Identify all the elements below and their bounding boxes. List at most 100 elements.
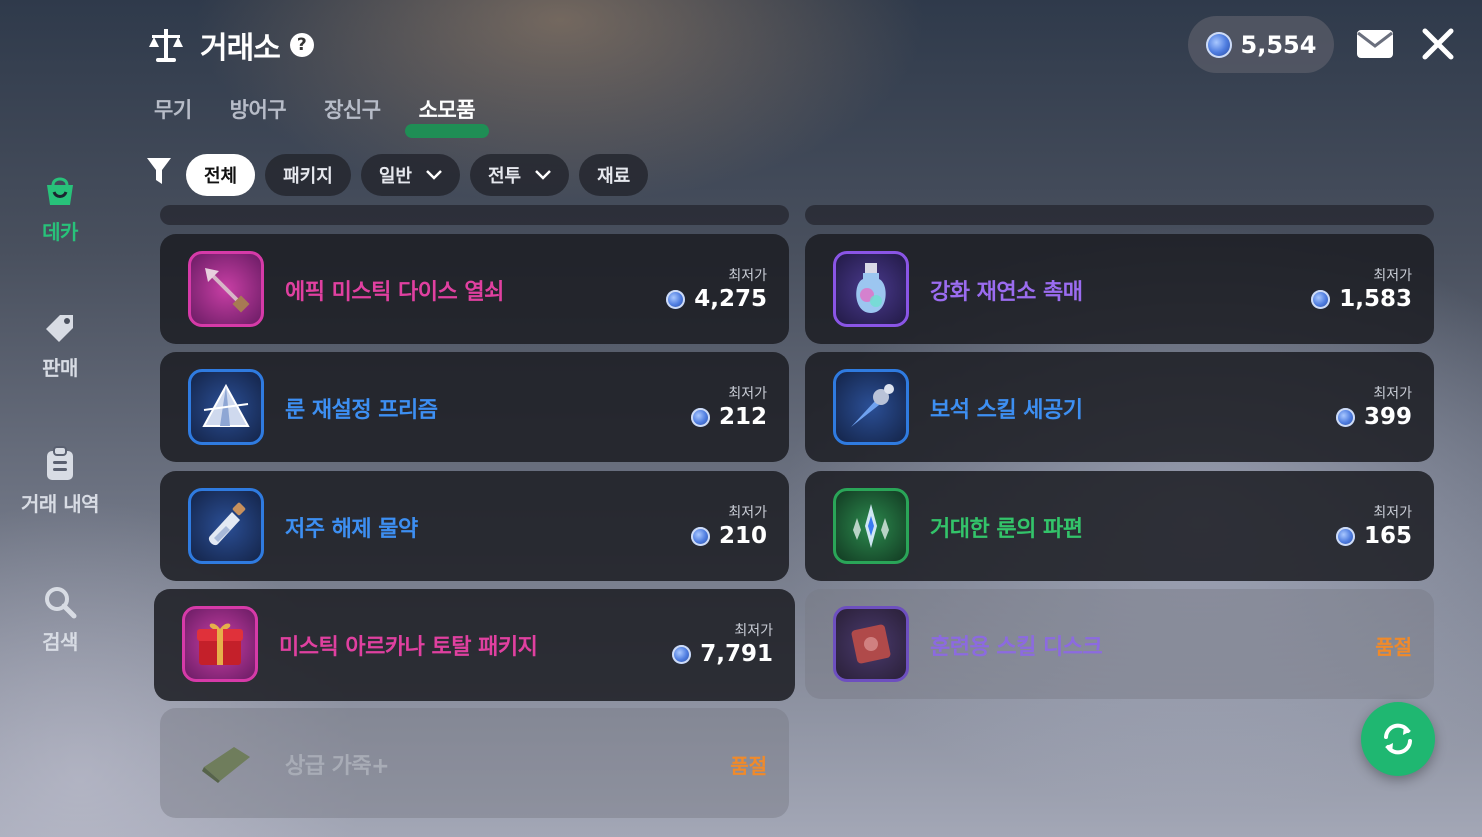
item-price: 399 [1335,404,1412,430]
filter-dropdown-general[interactable]: 일반 [360,154,460,196]
price-label: 최저가 [1373,268,1412,284]
item-thumbnail [833,606,909,682]
chip-label: 패키지 [283,166,333,187]
list-item[interactable]: 강화 재연소 촉매 최저가 1,583 [805,234,1434,344]
coin-icon [1311,289,1331,309]
filter-icon[interactable] [146,156,172,186]
item-thumbnail [188,725,264,801]
price-value: 399 [1363,404,1412,430]
chevron-down-icon [535,170,551,180]
price-label: 최저가 [1373,386,1412,402]
tab-consumable[interactable]: 소모품 [404,94,490,138]
item-thumbnail [188,488,264,564]
sidebar-item-deka[interactable]: 데카 [0,172,120,245]
prism-icon [202,383,250,427]
refresh-button[interactable] [1361,702,1435,776]
price-label: 최저가 [728,386,767,402]
currency-balance: 5,554 [1188,16,1334,73]
chip-label: 일반 [378,166,412,187]
engraving-tool-icon [851,384,894,427]
list-item[interactable]: 미스틱 아르카나 토탈 패키지 최저가 7,791 [154,589,795,701]
sold-out-label: 품절 [730,754,767,778]
close-icon[interactable] [1420,26,1456,62]
price-label: 최저가 [728,505,767,521]
list-item[interactable]: 보석 스킬 세공기 최저가 399 [805,352,1434,462]
item-name: 룬 재설정 프리즘 [285,398,438,423]
sidebar-item-sell[interactable]: 판매 [0,310,120,381]
vial-icon [208,502,246,546]
leather-icon [202,747,250,783]
chip-label: 전투 [487,166,522,187]
filter-chip-material[interactable]: 재료 [579,154,649,196]
price-value: 210 [718,523,767,549]
item-price: 212 [690,404,767,430]
list-item[interactable]: 훈련용 스킬 디스크 품절 [805,589,1434,699]
item-name: 보석 스킬 세공기 [930,398,1083,423]
sidebar-item-history[interactable]: 거래 내역 [0,446,120,517]
list-item[interactable]: 에픽 미스틱 다이스 열쇠 최저가 4,275 [160,234,789,344]
filter-chip-package[interactable]: 패키지 [265,154,351,196]
price-value: 212 [718,404,767,430]
filter-chip-all[interactable]: 전체 [186,154,256,196]
sidebar-item-label: 판매 [42,356,78,380]
key-icon [205,268,250,313]
item-thumbnail [188,251,264,327]
item-price: 4,275 [666,286,767,312]
price-tag-icon [46,315,73,342]
page-header: 거래소 ? [146,22,314,68]
coin-icon [1335,526,1355,546]
clipboard-icon [47,446,73,480]
tab-weapon[interactable]: 무기 [154,94,192,124]
list-item[interactable]: 룬 재설정 프리즘 최저가 212 [160,352,789,462]
chip-label: 재료 [597,166,631,187]
coin-icon [666,289,686,309]
skill-disk-icon [851,624,891,664]
scales-icon [149,29,183,62]
tab-armor[interactable]: 방어구 [230,94,287,124]
item-name: 훈련용 스킬 디스크 [930,635,1103,660]
item-thumbnail [182,606,258,682]
item-name: 에픽 미스틱 다이스 열쇠 [285,280,504,305]
sidebar-item-label: 데카 [42,220,78,244]
item-price: 210 [690,523,767,549]
refresh-icon [1384,723,1412,755]
price-value: 165 [1363,523,1412,549]
balance-amount: 5,554 [1240,30,1317,59]
item-name: 저주 해제 물약 [285,517,418,542]
category-tabs: 무기 방어구 장신구 소모품 [154,94,513,138]
list-item[interactable]: 저주 해제 물약 최저가 210 [160,471,789,581]
item-price: 1,583 [1311,286,1412,312]
filter-dropdown-combat[interactable]: 전투 [469,154,570,196]
shopping-bag-icon [47,177,73,205]
price-value: 1,583 [1339,286,1412,312]
item-thumbnail [833,488,909,564]
list-item[interactable]: 상급 가죽+ 품절 [160,708,789,818]
mail-icon[interactable] [1356,28,1394,60]
tab-accessory[interactable]: 장신구 [324,94,381,124]
price-value: 4,275 [694,286,767,312]
crystal-shard-icon [853,504,889,548]
coin-icon [690,526,710,546]
chevron-down-icon [426,170,442,180]
page-title: 거래소 [200,31,281,66]
item-name: 미스틱 아르카나 토탈 패키지 [279,635,538,660]
item-thumbnail [188,369,264,445]
potion-bottle-icon [856,263,886,313]
item-thumbnail [833,251,909,327]
sidebar-item-label: 거래 내역 [20,492,100,516]
sidebar-item-search[interactable]: 검색 [0,584,120,655]
coin-icon [672,644,692,664]
item-name: 강화 재연소 촉매 [930,280,1083,305]
item-price: 7,791 [672,641,773,667]
coin-icon [1335,407,1355,427]
sidebar-item-label: 검색 [42,630,78,654]
list-item[interactable]: 거대한 룬의 파편 최저가 165 [805,471,1434,581]
sold-out-label: 품절 [1375,635,1412,659]
list-item-scrolled [805,205,1434,225]
price-label: 최저가 [728,268,767,284]
chip-label: 전체 [204,166,238,187]
item-price: 165 [1335,523,1412,549]
help-button[interactable]: ? [289,33,314,57]
coin-icon [690,407,710,427]
gift-chest-icon [197,623,243,665]
